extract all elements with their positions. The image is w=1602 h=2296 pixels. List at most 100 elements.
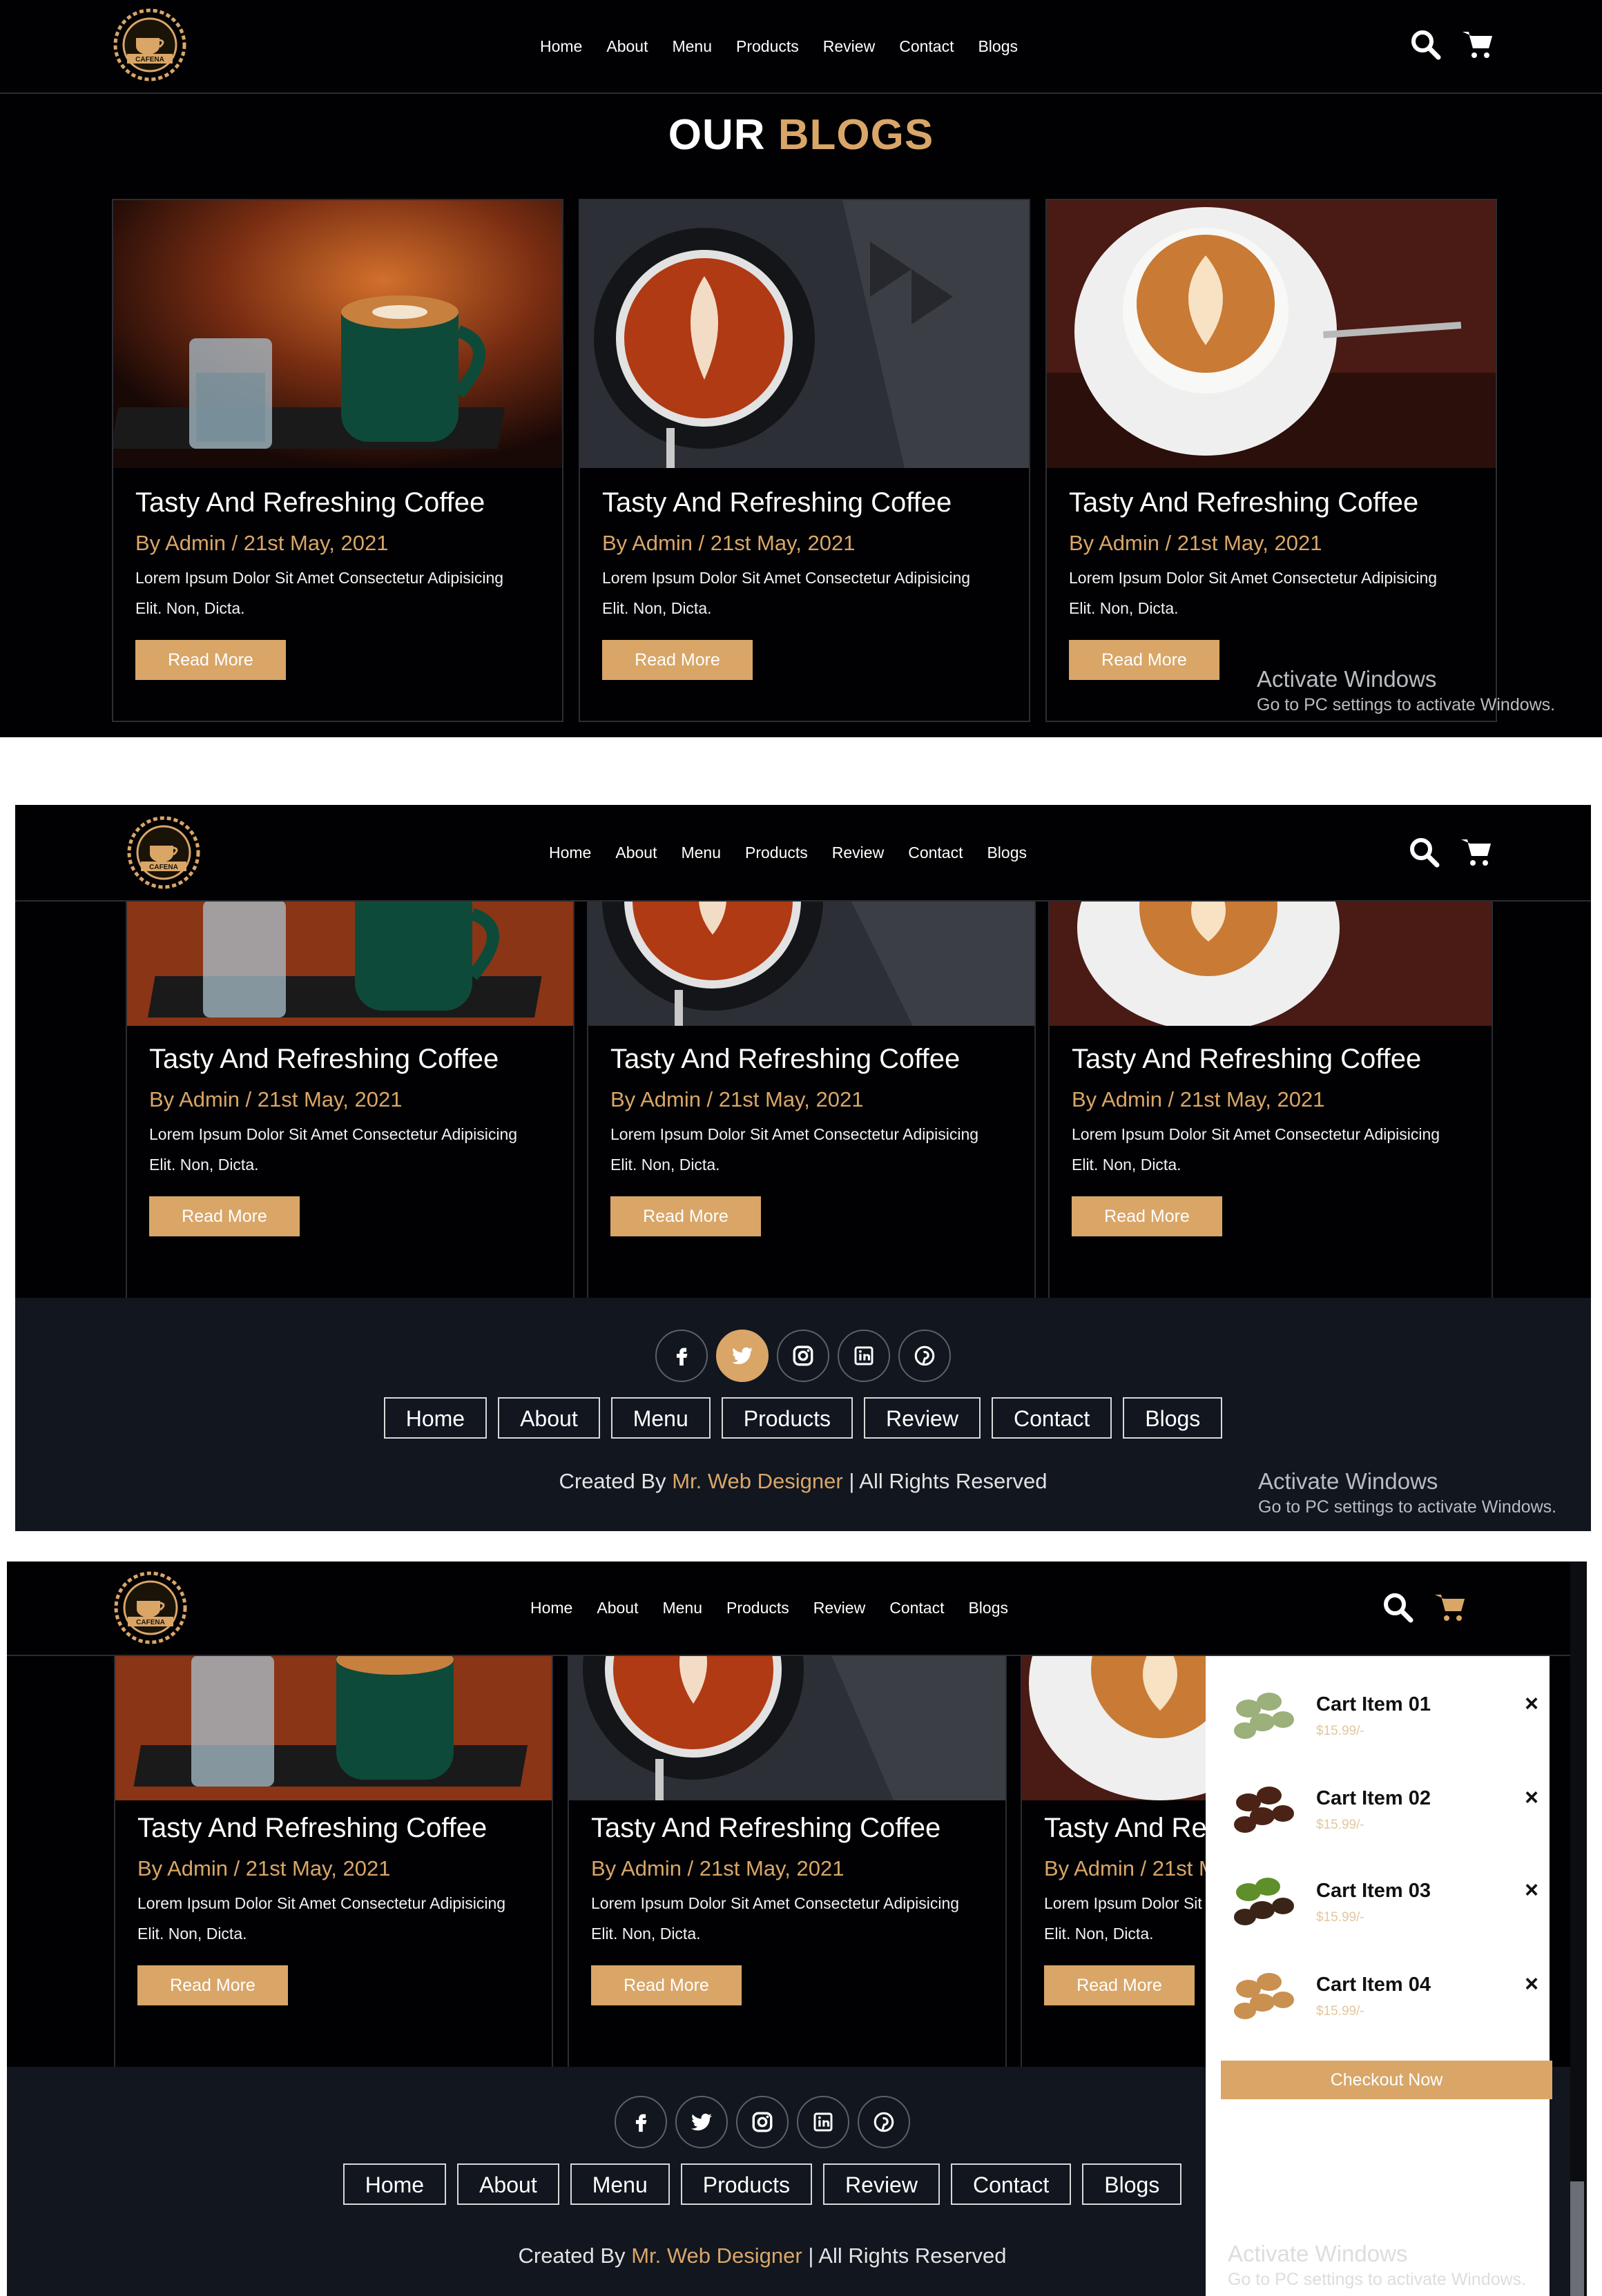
blog-meta: By Admin / 21st May, 2021 [610,1087,864,1111]
cafena-logo[interactable]: CAFENA [113,1570,189,1646]
nav-menu[interactable]: Menu [681,844,721,862]
cafena-logo[interactable]: CAFENA [126,815,202,891]
scrollbar-thumb[interactable] [1570,2181,1584,2296]
nav-products[interactable]: Products [745,844,808,862]
read-more-button[interactable]: Read More [591,1965,742,2005]
footer-link-contact[interactable]: Contact [950,2163,1072,2205]
remove-item-icon[interactable]: × [1525,1784,1538,1811]
shopping-cart-panel: Cart Item 01 $15.99/- × Cart Item 02 $15… [1206,1656,1552,2296]
linkedin-icon[interactable] [797,2096,849,2148]
nav-contact[interactable]: Contact [889,1599,944,1617]
blog-title: Tasty And Refreshing Coffee [610,1044,961,1074]
footer-link-about[interactable]: About [457,2163,559,2205]
read-more-button[interactable]: Read More [602,640,753,680]
footer-link-products[interactable]: Products [721,1397,853,1439]
facebook-icon[interactable] [615,2096,667,2148]
cart-icon[interactable] [1461,28,1497,64]
instagram-icon[interactable] [736,2096,789,2148]
blog-card-body: Tasty And Refreshing Coffee By Admin / 2… [602,487,1015,680]
nav-contact[interactable]: Contact [899,37,954,56]
cart-item-name: Cart Item 03 [1316,1880,1431,1902]
pinterest-icon[interactable] [858,2096,910,2148]
nav-review[interactable]: Review [813,1599,865,1617]
footer-link-menu[interactable]: Menu [570,2163,670,2205]
footer-link-review[interactable]: Review [823,2163,940,2205]
read-more-button[interactable]: Read More [135,640,286,680]
cart-item: Cart Item 01 $15.99/- × [1221,1674,1538,1755]
main-nav: Home About Menu Products Review Contact … [549,805,1051,900]
footer-link-menu[interactable]: Menu [610,1397,711,1439]
cart-item-name: Cart Item 01 [1316,1693,1431,1715]
cart-item-price: $15.99/- [1316,2004,1364,2018]
nav-about[interactable]: About [615,844,657,862]
cafena-logo[interactable]: CAFENA [112,7,188,83]
cart-icon-active[interactable] [1434,1590,1469,1626]
cart-item: Cart Item 04 $15.99/- × [1221,1954,1538,2036]
footer-link-home[interactable]: Home [383,1397,488,1439]
nav-blogs[interactable]: Blogs [978,37,1018,56]
footer-link-blogs[interactable]: Blogs [1123,1397,1223,1439]
search-icon[interactable] [1409,28,1445,64]
desc-line: Elit. Non, Dicta. [602,599,712,617]
nav-review[interactable]: Review [832,844,884,862]
footer-link-review[interactable]: Review [864,1397,981,1439]
remove-item-icon[interactable]: × [1525,1691,1538,1718]
nav-products[interactable]: Products [736,37,799,56]
footer-link-contact[interactable]: Contact [991,1397,1112,1439]
search-icon[interactable] [1381,1590,1417,1626]
footer-link-products[interactable]: Products [680,2163,813,2205]
footer-link-home[interactable]: Home [342,2163,447,2205]
read-more-button[interactable]: Read More [149,1196,300,1236]
search-icon[interactable] [1407,835,1443,871]
nav-home[interactable]: Home [540,37,582,56]
screenshot-panel-footer: CAFENA Home About Menu Products Review C… [15,805,1591,1531]
linkedin-icon[interactable] [838,1330,890,1382]
nav-menu[interactable]: Menu [672,37,712,56]
nav-contact[interactable]: Contact [908,844,963,862]
instagram-icon[interactable] [777,1330,829,1382]
blog-meta: By Admin / 21st May, 2021 [1072,1087,1325,1111]
credit-suffix: | All Rights Reserved [808,2244,1007,2268]
nav-home[interactable]: Home [530,1599,572,1617]
nav-blogs[interactable]: Blogs [987,844,1027,862]
read-more-button[interactable]: Read More [1044,1965,1195,2005]
nav-products[interactable]: Products [726,1599,789,1617]
footer-link-blogs[interactable]: Blogs [1082,2163,1182,2205]
checkout-button[interactable]: Checkout Now [1221,2061,1552,2099]
blog-card-body: Tasty And Refreshing Coffee By Admin / 2… [149,1044,559,1236]
blog-card-body: Tasty And Refreshing Coffee By Admin / 2… [135,487,548,680]
facebook-icon[interactable] [655,1330,708,1382]
nav-home[interactable]: Home [549,844,591,862]
nav-about[interactable]: About [597,1599,638,1617]
blog-image-latte-art [588,900,1034,1026]
blog-image-cappuccino [1047,200,1496,468]
twitter-icon[interactable] [716,1330,769,1382]
credit-author-link[interactable]: Mr. Web Designer [672,1469,843,1493]
footer-link-about[interactable]: About [498,1397,600,1439]
blog-meta: By Admin / 21st May, 2021 [1069,531,1322,555]
cart-icon[interactable] [1460,835,1496,871]
scrollbar[interactable] [1570,1562,1587,2296]
cart-item: Cart Item 03 $15.99/- × [1221,1860,1538,1942]
remove-item-icon[interactable]: × [1525,1877,1538,1904]
coffee-beans-image [1221,1860,1302,1942]
credit-author-link[interactable]: Mr. Web Designer [631,2244,802,2268]
pinterest-icon[interactable] [898,1330,951,1382]
read-more-button[interactable]: Read More [610,1196,761,1236]
cart-item: Cart Item 02 $15.99/- × [1221,1768,1538,1849]
read-more-button[interactable]: Read More [137,1965,288,2005]
blog-card-body: Tasty And Refreshing Coffee By Admin / 2… [1072,1044,1478,1236]
nav-menu[interactable]: Menu [662,1599,702,1617]
remove-item-icon[interactable]: × [1525,1971,1538,1998]
blog-description: Lorem Ipsum Dolor Sit Amet Consectetur A… [149,1119,559,1180]
read-more-button[interactable]: Read More [1069,640,1219,680]
nav-blogs[interactable]: Blogs [968,1599,1008,1617]
twitter-icon[interactable] [675,2096,728,2148]
nav-review[interactable]: Review [823,37,875,56]
nav-about[interactable]: About [606,37,648,56]
logo-text: CAFENA [149,864,178,871]
read-more-button[interactable]: Read More [1072,1196,1222,1236]
blog-title: Tasty And Refreshing Coffee [602,487,952,518]
title-our: OUR [668,111,766,159]
blog-meta: By Admin / 21st May, 2021 [137,1856,391,1880]
